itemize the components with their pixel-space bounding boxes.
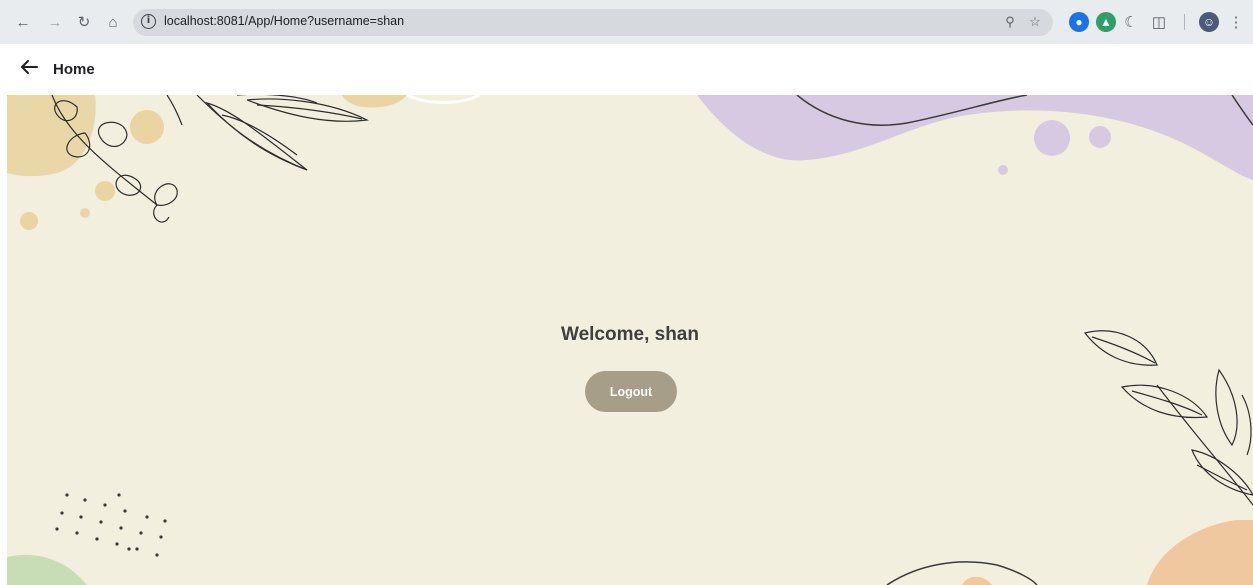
back-icon[interactable]: ← — [12, 11, 34, 33]
browser-toolbar: ← → ↻ ⌂ i localhost:8081/App/Home?userna… — [0, 0, 1253, 44]
extension-blue-icon[interactable]: ● — [1069, 12, 1089, 32]
password-key-icon[interactable]: ⚲ — [1001, 13, 1019, 31]
url-text[interactable]: localhost:8081/App/Home?username=shan — [164, 14, 404, 28]
welcome-heading: Welcome, shan — [561, 324, 699, 345]
back-arrow-icon[interactable] — [17, 55, 41, 79]
site-info-icon[interactable]: i — [141, 14, 156, 29]
extension-moon-icon[interactable]: ☾ — [1120, 11, 1142, 33]
profile-avatar[interactable]: ☺ — [1199, 12, 1219, 32]
kebab-menu-icon[interactable]: ⋮ — [1225, 11, 1247, 33]
home-icon[interactable]: ⌂ — [102, 11, 124, 33]
app-header: Home — [0, 44, 1253, 95]
extension-green-icon[interactable]: ▲ — [1096, 12, 1116, 32]
bookmark-star-icon[interactable]: ☆ — [1026, 13, 1044, 31]
toolbar-separator — [1184, 14, 1185, 30]
logout-button[interactable]: Logout — [585, 371, 677, 412]
main-content: Welcome, shan Logout — [7, 95, 1253, 585]
page-title: Home — [53, 61, 95, 78]
forward-icon[interactable]: → — [44, 11, 66, 33]
puzzle-icon[interactable]: ◫ — [1148, 11, 1170, 33]
address-bar[interactable]: i localhost:8081/App/Home?username=shan … — [133, 9, 1053, 36]
reload-icon[interactable]: ↻ — [73, 11, 95, 33]
